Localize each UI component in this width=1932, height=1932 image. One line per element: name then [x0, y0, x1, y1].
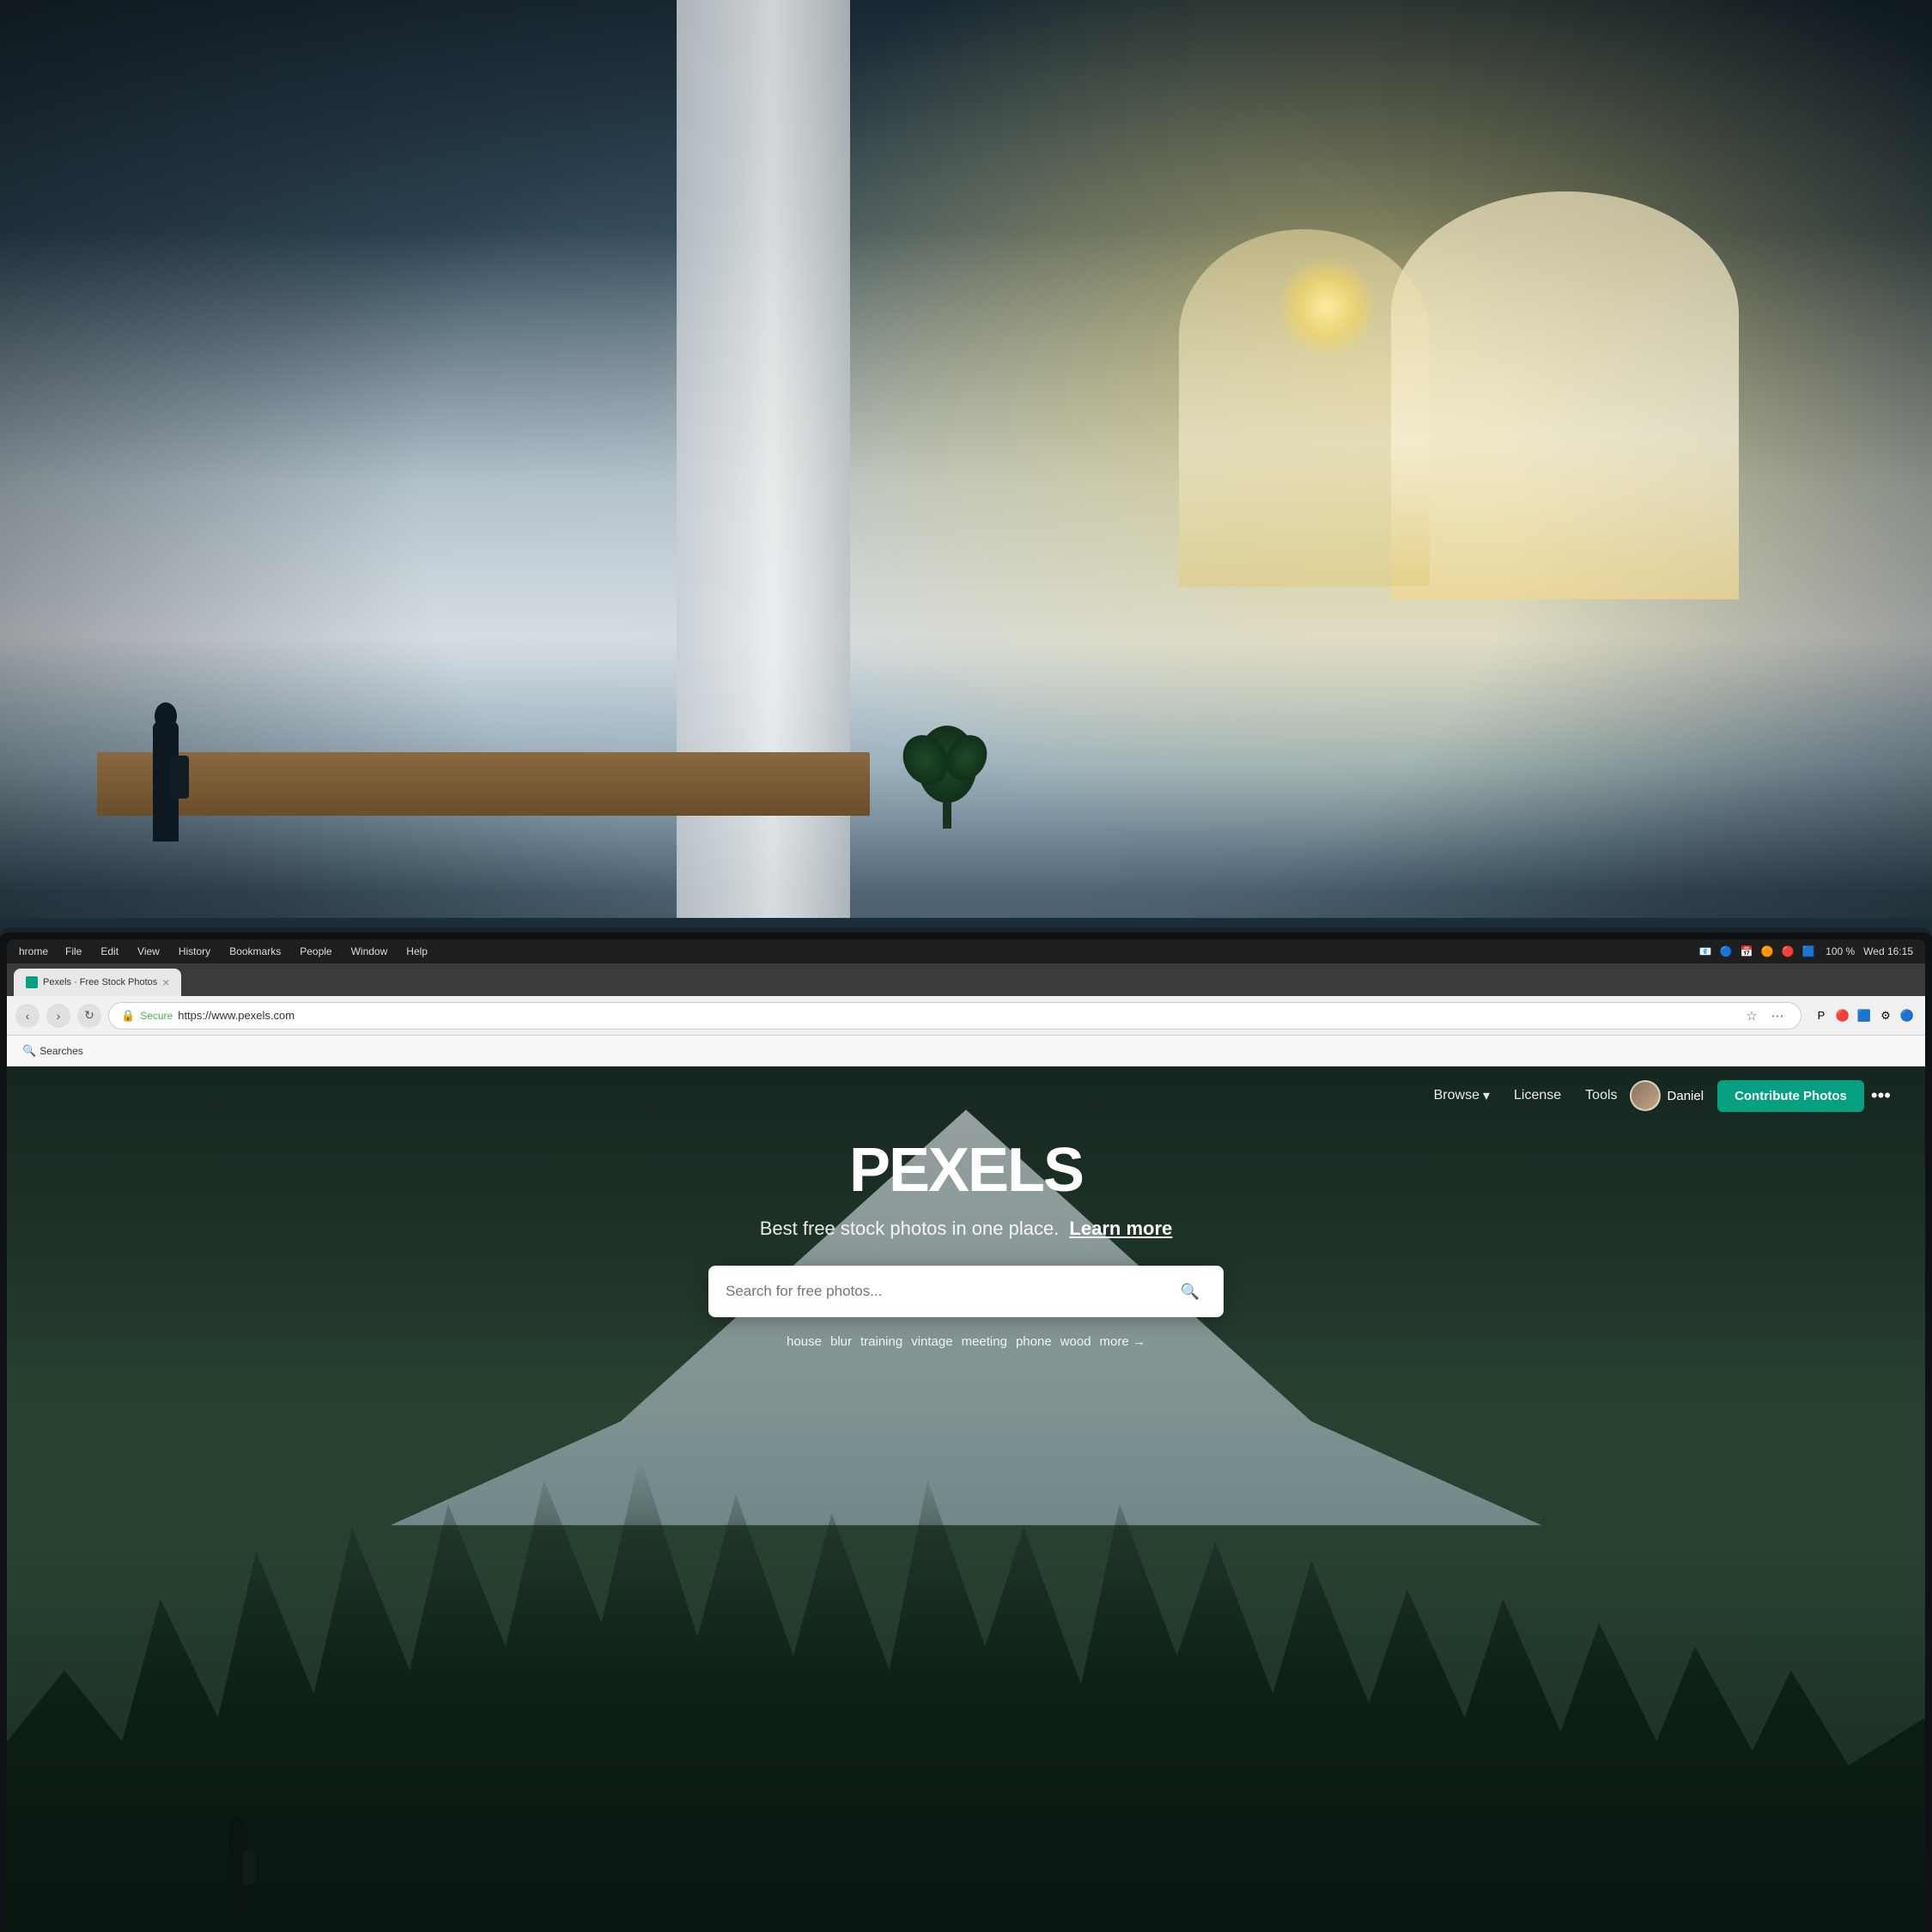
quick-tag-more[interactable]: more →: [1100, 1333, 1145, 1351]
person-silhouette: [136, 670, 196, 841]
forest-silhouette: [7, 1456, 1925, 1932]
quick-tag-house[interactable]: house: [787, 1333, 822, 1351]
quick-tag-phone[interactable]: phone: [1016, 1333, 1052, 1351]
browser-window: hrome File Edit View History Bookmarks P…: [7, 939, 1925, 1932]
browse-label: Browse: [1434, 1088, 1479, 1103]
user-avatar-button[interactable]: Daniel: [1630, 1080, 1704, 1111]
tab-close-button[interactable]: ×: [162, 975, 169, 989]
system-menu-left: hrome File Edit View History Bookmarks P…: [19, 945, 429, 957]
pexels-person-silhouette: [218, 1795, 261, 1915]
hero-content: PEXELS Best free stock photos in one pla…: [7, 1135, 1925, 1351]
system-extension-icons: 📧 🔵 📅 🟠 🔴 🟦: [1697, 943, 1817, 960]
pexels-subheadline: Best free stock photos in one place. Lea…: [760, 1218, 1173, 1240]
reload-button[interactable]: ↻: [77, 1004, 101, 1028]
clock-label: Wed 16:15: [1863, 945, 1913, 957]
nav-tools-link[interactable]: Tools: [1585, 1088, 1617, 1103]
secure-label: Secure: [140, 1010, 173, 1022]
quick-tag-meeting[interactable]: meeting: [962, 1333, 1007, 1351]
quick-tag-wood[interactable]: wood: [1060, 1333, 1091, 1351]
reader-icon[interactable]: ⋯: [1766, 1005, 1789, 1027]
address-box[interactable]: 🔒 Secure https://www.pexels.com ☆ ⋯: [108, 1002, 1801, 1030]
monitor-screen: hrome File Edit View History Bookmarks P…: [7, 939, 1925, 1932]
menu-people[interactable]: People: [298, 945, 333, 957]
menu-window[interactable]: Window: [349, 945, 390, 957]
ext-pinterest[interactable]: P: [1812, 1006, 1831, 1025]
pexels-navigation: Browse ▾ License Tools Daniel Contribute…: [7, 1066, 1925, 1125]
ext-icon-4[interactable]: 🟦: [1800, 943, 1817, 960]
browser-tab-pexels[interactable]: Pexels · Free Stock Photos ×: [14, 969, 181, 996]
bookmark-searches-label: Searches: [39, 1045, 83, 1057]
url-display: https://www.pexels.com: [178, 1009, 295, 1022]
search-bar[interactable]: 🔍: [708, 1266, 1224, 1317]
system-menu-right: 📧 🔵 📅 🟠 🔴 🟦 100 % Wed 16:15: [1697, 943, 1913, 960]
nav-license-link[interactable]: License: [1514, 1088, 1561, 1103]
learn-more-link[interactable]: Learn more: [1069, 1218, 1172, 1239]
address-bar-extensions: P 🔴 🟦 ⚙ 🔵: [1812, 1006, 1917, 1025]
bookmarks-bar: 🔍 Searches: [7, 1036, 1925, 1066]
nav-browse-link[interactable]: Browse ▾: [1434, 1087, 1490, 1104]
ext-misc2[interactable]: ⚙: [1876, 1006, 1895, 1025]
menu-bookmarks[interactable]: Bookmarks: [228, 945, 283, 957]
menu-history[interactable]: History: [177, 945, 212, 957]
browser-tabs-bar: Pexels · Free Stock Photos ×: [7, 963, 1925, 996]
menu-view[interactable]: View: [136, 945, 161, 957]
desk: [97, 752, 870, 816]
ext-lastpass[interactable]: 🔴: [1833, 1006, 1852, 1025]
contribute-photos-button[interactable]: Contribute Photos: [1717, 1080, 1864, 1112]
menu-file[interactable]: File: [64, 945, 83, 957]
ext-icon-mail[interactable]: 📧: [1697, 943, 1714, 960]
quick-tag-vintage[interactable]: vintage: [911, 1333, 952, 1351]
menu-help[interactable]: Help: [404, 945, 429, 957]
macos-system-bar: hrome File Edit View History Bookmarks P…: [7, 939, 1925, 963]
lock-icon: 🔒: [121, 1009, 135, 1023]
bookmark-star-icon[interactable]: ☆: [1741, 1005, 1763, 1027]
ext-icon-3[interactable]: 🔴: [1779, 943, 1796, 960]
window-arch-right: [1391, 191, 1739, 599]
search-input-field[interactable]: [726, 1283, 1165, 1300]
bookmark-searches-icon: 🔍: [22, 1044, 36, 1058]
nav-more-button[interactable]: •••: [1871, 1084, 1891, 1107]
menu-edit[interactable]: Edit: [99, 945, 120, 957]
pexels-page: Browse ▾ License Tools Daniel Contribute…: [7, 1066, 1925, 1932]
quick-tag-training[interactable]: training: [860, 1333, 902, 1351]
search-submit-button[interactable]: 🔍: [1174, 1275, 1206, 1308]
ext-misc1[interactable]: 🟦: [1855, 1006, 1874, 1025]
address-actions: ☆ ⋯: [1741, 1005, 1789, 1027]
search-magnifier-icon: 🔍: [1181, 1283, 1200, 1301]
ext-icon-calendar[interactable]: 📅: [1738, 943, 1755, 960]
quick-search-tags: house blur training vintage meeting phon…: [787, 1333, 1145, 1351]
back-button[interactable]: ‹: [15, 1004, 39, 1028]
plant: [913, 700, 981, 829]
pexels-nav-right: Browse ▾ License Tools Daniel Contribute…: [1422, 1080, 1891, 1112]
address-bar-row: ‹ › ↻ 🔒 Secure https://www.pexels.com ☆ …: [7, 996, 1925, 1036]
bookmark-searches[interactable]: 🔍 Searches: [17, 1042, 88, 1060]
monitor-bezel: hrome File Edit View History Bookmarks P…: [0, 927, 1932, 1932]
user-name-label: Daniel: [1668, 1089, 1704, 1103]
tab-favicon: [26, 976, 38, 988]
tab-label: Pexels · Free Stock Photos: [43, 977, 157, 987]
browse-dropdown-icon: ▾: [1483, 1087, 1490, 1104]
user-avatar-image: [1630, 1080, 1661, 1111]
sun-glare: [1275, 255, 1378, 358]
ext-icon-drive[interactable]: 🔵: [1717, 943, 1735, 960]
battery-label: 100 %: [1826, 945, 1855, 957]
pexels-headline: PEXELS: [849, 1135, 1083, 1206]
ext-icon-2[interactable]: 🟠: [1759, 943, 1776, 960]
app-name-label: hrome: [19, 945, 48, 957]
ext-misc3[interactable]: 🔵: [1898, 1006, 1917, 1025]
quick-tag-blur[interactable]: blur: [830, 1333, 852, 1351]
forward-button[interactable]: ›: [46, 1004, 70, 1028]
